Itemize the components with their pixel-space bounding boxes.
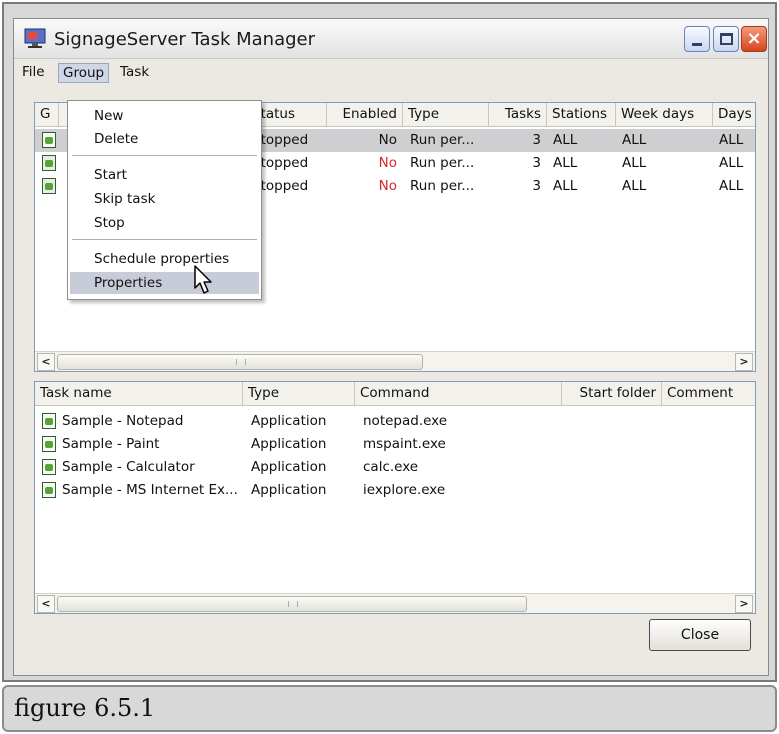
task-name: Sample - MS Internet Ex...: [62, 482, 238, 498]
group-stations: ALL: [553, 132, 578, 148]
menu-task[interactable]: Task: [116, 63, 153, 81]
scroll-thumb[interactable]: [57, 596, 527, 612]
scroll-thumb[interactable]: [57, 354, 423, 370]
col-command[interactable]: Command: [355, 382, 562, 406]
application-icon: [42, 482, 56, 498]
group-dropdown-menu: New Delete Start Skip task Stop Schedule…: [67, 100, 262, 300]
group-icon: [42, 132, 56, 148]
title-bar[interactable]: SignageServer Task Manager ×: [14, 19, 768, 59]
scroll-right-arrow-icon[interactable]: >: [735, 353, 753, 371]
group-icon: [42, 178, 56, 194]
group-type: Run per...: [410, 155, 475, 171]
task-type: Application: [251, 482, 327, 498]
group-week-days: ALL: [622, 178, 647, 194]
task-row[interactable]: Sample - Calculator Application calc.exe: [35, 456, 755, 479]
col-tasks[interactable]: Tasks: [489, 103, 547, 127]
group-week-days: ALL: [622, 132, 647, 148]
col-comment[interactable]: Comment: [662, 382, 757, 406]
group-type: Run per...: [410, 178, 475, 194]
group-status: Stopped: [252, 132, 309, 148]
task-type: Application: [251, 436, 327, 452]
col-group[interactable]: G: [35, 103, 59, 127]
col-start-folder[interactable]: Start folder: [562, 382, 662, 406]
task-type: Application: [251, 459, 327, 475]
group-tasks: 3: [532, 178, 541, 194]
menu-item-delete[interactable]: Delete: [70, 128, 259, 150]
menu-item-skip-task[interactable]: Skip task: [70, 188, 259, 210]
application-icon: [42, 436, 56, 452]
group-enabled: No: [378, 155, 397, 171]
scroll-left-arrow-icon[interactable]: <: [37, 595, 55, 613]
tasks-header: Task name Type Command Start folder Comm…: [35, 382, 755, 406]
group-days: ALL: [719, 178, 744, 194]
task-command: mspaint.exe: [363, 436, 446, 452]
task-row[interactable]: Sample - Paint Application mspaint.exe: [35, 433, 755, 456]
figure-caption: figure 6.5.1: [14, 694, 156, 722]
menu-bar: File Group Task: [14, 60, 768, 84]
menu-item-schedule-properties[interactable]: Schedule properties: [70, 248, 259, 270]
task-command: notepad.exe: [363, 413, 448, 429]
application-icon: [42, 459, 56, 475]
close-button[interactable]: Close: [649, 619, 751, 651]
menu-item-new[interactable]: New: [70, 105, 259, 127]
task-name: Sample - Calculator: [62, 459, 195, 475]
grip-icon: [288, 601, 298, 607]
group-week-days: ALL: [622, 155, 647, 171]
group-stations: ALL: [553, 155, 578, 171]
group-status: Stopped: [252, 178, 309, 194]
group-icon: [42, 155, 56, 171]
task-row[interactable]: Sample - MS Internet Ex... Application i…: [35, 479, 755, 502]
app-monitor-icon: [24, 28, 46, 48]
application-icon: [42, 413, 56, 429]
close-window-button[interactable]: ×: [741, 26, 767, 52]
group-type: Run per...: [410, 132, 475, 148]
mouse-pointer-icon: [194, 265, 212, 294]
menu-separator: [72, 239, 257, 240]
col-week-days[interactable]: Week days: [616, 103, 713, 127]
group-status: Stopped: [252, 155, 309, 171]
tasks-horizontal-scrollbar[interactable]: < >: [35, 593, 755, 613]
minimize-icon: [692, 43, 702, 46]
col-enabled[interactable]: Enabled: [327, 103, 403, 127]
col-stations[interactable]: Stations: [547, 103, 616, 127]
grip-icon: [236, 359, 246, 365]
scroll-left-arrow-icon[interactable]: <: [37, 353, 55, 371]
menu-item-start[interactable]: Start: [70, 164, 259, 186]
minimize-button[interactable]: [684, 26, 710, 52]
menu-item-stop[interactable]: Stop: [70, 212, 259, 234]
col-task-name[interactable]: Task name: [35, 382, 243, 406]
task-name: Sample - Paint: [62, 436, 160, 452]
col-type[interactable]: Type: [403, 103, 489, 127]
scroll-right-arrow-icon[interactable]: >: [735, 595, 753, 613]
close-icon: ×: [746, 28, 762, 49]
window-title: SignageServer Task Manager: [54, 29, 316, 50]
group-tasks: 3: [532, 132, 541, 148]
group-enabled: No: [378, 178, 397, 194]
group-enabled: No: [378, 132, 397, 148]
tasks-list[interactable]: Task name Type Command Start folder Comm…: [34, 381, 756, 614]
col-task-type[interactable]: Type: [243, 382, 355, 406]
menu-file[interactable]: File: [18, 63, 49, 81]
task-name: Sample - Notepad: [62, 413, 184, 429]
task-command: iexplore.exe: [363, 482, 446, 498]
task-row[interactable]: Sample - Notepad Application notepad.exe: [35, 410, 755, 433]
task-type: Application: [251, 413, 327, 429]
task-manager-window: SignageServer Task Manager × File Group …: [13, 18, 769, 676]
maximize-icon: [720, 33, 733, 45]
group-days: ALL: [719, 155, 744, 171]
col-days[interactable]: Days: [713, 103, 757, 127]
menu-group[interactable]: Group: [58, 63, 110, 83]
figure-frame: SignageServer Task Manager × File Group …: [2, 2, 777, 682]
group-days: ALL: [719, 132, 744, 148]
caption-bar: figure 6.5.1: [2, 685, 777, 732]
groups-horizontal-scrollbar[interactable]: < >: [35, 351, 755, 371]
menu-item-properties[interactable]: Properties: [70, 272, 259, 294]
group-stations: ALL: [553, 178, 578, 194]
menu-separator: [72, 155, 257, 156]
task-command: calc.exe: [363, 459, 419, 475]
maximize-button[interactable]: [713, 26, 739, 52]
group-tasks: 3: [532, 155, 541, 171]
